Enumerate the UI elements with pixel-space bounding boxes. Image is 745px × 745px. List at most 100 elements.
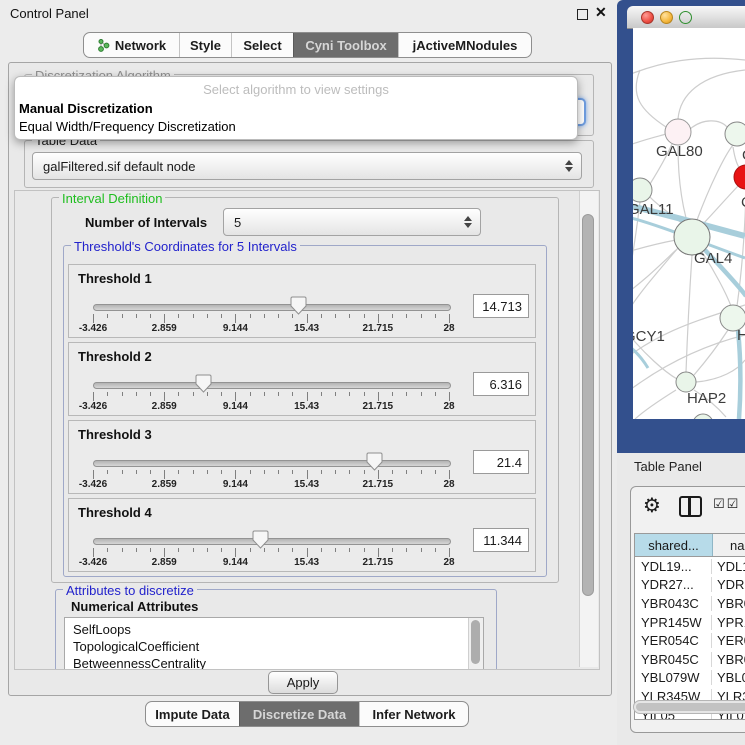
table-row[interactable]: YER054CYER0 xyxy=(635,631,745,650)
node-label: GCY1 xyxy=(633,328,665,345)
threshold-panel-3: Threshold 3-3.4262.8599.14415.4321.71528… xyxy=(68,420,536,494)
attributes-group-title: Attributes to discretize xyxy=(63,583,197,598)
float-window-icon[interactable] xyxy=(577,9,588,20)
threshold-slider-track[interactable] xyxy=(93,460,451,467)
table-data-combobox[interactable]: galFiltered.sif default node xyxy=(32,152,582,180)
tab-infer-network[interactable]: Infer Network xyxy=(359,702,468,726)
network-edge[interactable] xyxy=(633,248,678,312)
algorithm-dropdown-popup: Select algorithm to view settings Manual… xyxy=(14,76,578,140)
tick-label: 9.144 xyxy=(205,401,265,412)
network-edge[interactable] xyxy=(633,58,745,80)
network-node[interactable] xyxy=(725,122,745,146)
network-edge[interactable] xyxy=(633,240,676,255)
dropdown-option-manual[interactable]: Manual Discretization xyxy=(19,101,153,116)
tab-style[interactable]: Style xyxy=(179,33,231,57)
close-icon[interactable]: ✕ xyxy=(595,4,607,21)
network-edge[interactable] xyxy=(678,70,745,119)
tick-label: -3.426 xyxy=(63,401,123,412)
tick-label: 2.859 xyxy=(134,479,194,490)
bottom-tab-bar: Impute DataDiscretize DataInfer Network xyxy=(145,701,469,727)
tab-select[interactable]: Select xyxy=(231,33,293,57)
table-data-value: galFiltered.sif default node xyxy=(33,159,563,174)
tab-network[interactable]: Network xyxy=(84,33,179,57)
table-row[interactable]: YBL079WYBL0 xyxy=(635,669,745,688)
attribute-list-item[interactable]: SelfLoops xyxy=(65,621,483,638)
combo-stepper-icon xyxy=(462,216,474,228)
node-label: H xyxy=(737,327,745,344)
tab-cyni-toolbox[interactable]: Cyni Toolbox xyxy=(293,33,398,57)
close-traffic-light-icon[interactable] xyxy=(641,11,654,24)
numerical-attributes-label: Numerical Attributes xyxy=(71,599,198,614)
threshold-panel-4: Threshold 4-3.4262.8599.14415.4321.71528… xyxy=(68,498,536,572)
slider-thumb[interactable] xyxy=(252,530,269,549)
attribute-list-item[interactable]: BetweennessCentrality xyxy=(65,655,483,670)
network-node[interactable] xyxy=(665,119,691,145)
top-tab-bar: NetworkStyleSelectCyni ToolboxjActiveMNo… xyxy=(83,32,532,58)
list-scrollbar[interactable] xyxy=(468,618,483,670)
threshold-panel-2: Threshold 2-3.4262.8599.14415.4321.71528… xyxy=(68,342,536,416)
attribute-list-item[interactable]: TopologicalCoefficient xyxy=(65,638,483,655)
column-header-name[interactable]: na xyxy=(713,534,745,556)
threshold-slider-track[interactable] xyxy=(93,538,451,545)
tick-label: 21.715 xyxy=(348,401,408,412)
vertical-scrollbar-thumb[interactable] xyxy=(582,214,594,596)
column-header-shared-name[interactable]: shared... xyxy=(635,534,713,556)
network-node[interactable] xyxy=(676,372,696,392)
gear-icon[interactable]: ⚙ xyxy=(643,493,661,517)
num-intervals-combobox[interactable]: 5 xyxy=(223,208,481,236)
select-columns-icon[interactable]: ☑☑ xyxy=(713,497,740,512)
network-canvas[interactable]: GAL80GACGAL11GAL4GCY1HHAP2 xyxy=(633,28,745,419)
node-label: GAL4 xyxy=(694,250,732,267)
node-label: C xyxy=(741,194,745,211)
network-icon xyxy=(97,38,110,53)
apply-button[interactable]: Apply xyxy=(268,671,338,694)
tick-label: 28 xyxy=(419,557,479,568)
minimize-traffic-light-icon[interactable] xyxy=(660,11,673,24)
network-edge[interactable] xyxy=(690,121,727,129)
tick-label: 2.859 xyxy=(134,323,194,334)
network-node[interactable] xyxy=(734,165,745,189)
table-panel-title: Table Panel xyxy=(634,459,702,474)
column-view-icon[interactable] xyxy=(679,496,702,517)
table-row[interactable]: YDR27...YDR2 xyxy=(635,576,745,595)
tick-label: 15.43 xyxy=(277,401,337,412)
network-node[interactable] xyxy=(693,414,713,419)
tick-label: 9.144 xyxy=(205,557,265,568)
dropdown-option-equal-width[interactable]: Equal Width/Frequency Discretization xyxy=(19,119,236,134)
tick-label: 28 xyxy=(419,323,479,334)
threshold-value-field[interactable]: 6.316 xyxy=(473,372,529,396)
tick-label: 28 xyxy=(419,479,479,490)
tick-label: -3.426 xyxy=(63,557,123,568)
tick-label: 28 xyxy=(419,401,479,412)
slider-thumb[interactable] xyxy=(290,296,307,315)
threshold-slider-track[interactable] xyxy=(93,382,451,389)
horizontal-scrollbar[interactable] xyxy=(633,700,745,714)
table-row[interactable]: YBR045CYBR0 xyxy=(635,650,745,669)
threshold-value-field[interactable]: 14.713 xyxy=(473,294,529,318)
threshold-label: Threshold 2 xyxy=(78,349,152,364)
tick-label: 9.144 xyxy=(205,323,265,334)
table-header-row: shared... na xyxy=(635,534,745,557)
network-edge[interactable] xyxy=(636,70,666,127)
tab-impute-data[interactable]: Impute Data xyxy=(146,702,239,726)
network-edge[interactable] xyxy=(694,330,728,375)
table-row[interactable]: YDL19...YDL1 xyxy=(635,557,745,576)
network-node[interactable] xyxy=(633,178,652,202)
threshold-value-field[interactable]: 21.4 xyxy=(473,450,529,474)
threshold-slider-track[interactable] xyxy=(93,304,451,311)
tab-discretize-data[interactable]: Discretize Data xyxy=(239,702,359,726)
tick-label: 15.43 xyxy=(277,557,337,568)
attributes-list[interactable]: SelfLoopsTopologicalCoefficientBetweenne… xyxy=(64,617,484,670)
network-edge[interactable] xyxy=(635,390,676,419)
tab-jactivemnodules[interactable]: jActiveMNodules xyxy=(398,33,531,57)
threshold-value-field[interactable]: 11.344 xyxy=(473,528,529,552)
slider-thumb[interactable] xyxy=(366,452,383,471)
slider-thumb[interactable] xyxy=(195,374,212,393)
table-row[interactable]: YBR043CYBR0 xyxy=(635,594,745,613)
tick-label: -3.426 xyxy=(63,479,123,490)
node-label: GAL80 xyxy=(656,143,703,160)
table-row[interactable]: YPR145WYPR1 xyxy=(635,613,745,632)
tick-label: 15.43 xyxy=(277,479,337,490)
network-window: GAL80GACGAL11GAL4GCY1HHAP2 xyxy=(617,0,745,453)
zoom-traffic-light-icon[interactable] xyxy=(679,11,692,24)
